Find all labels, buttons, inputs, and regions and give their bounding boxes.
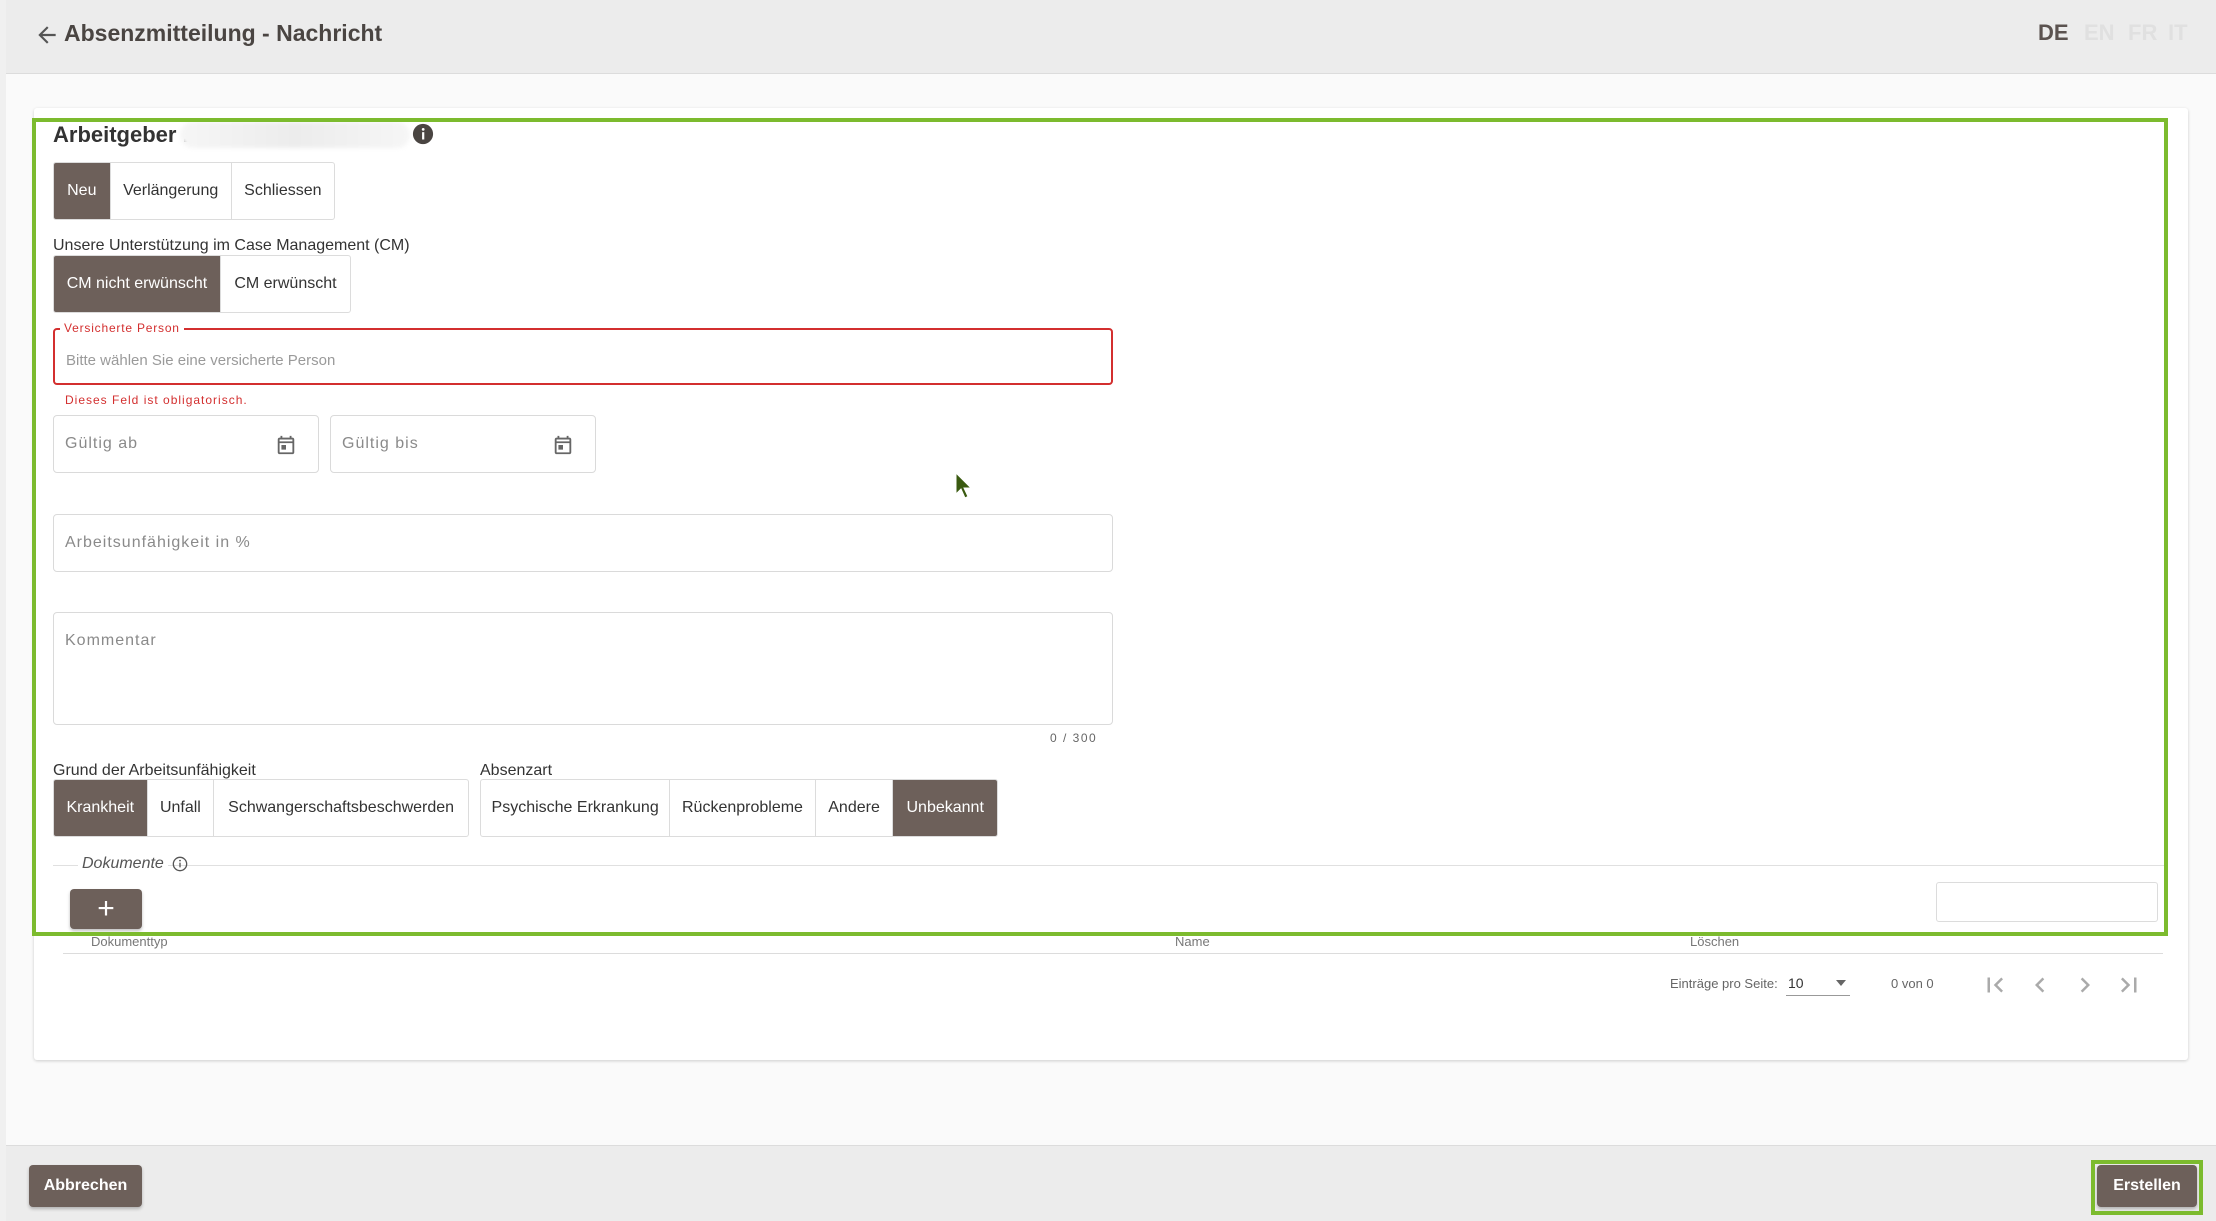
lang-it[interactable]: IT <box>2168 20 2188 46</box>
incapacity-percent-field[interactable]: Arbeitsunfähigkeit in % <box>53 514 1113 572</box>
insured-person-error: Dieses Feld ist obligatorisch. <box>65 393 248 407</box>
pagination-range: 0 von 0 <box>1891 976 1934 991</box>
per-page-label: Einträge pro Seite: <box>1670 976 1778 991</box>
calendar-icon[interactable] <box>552 434 574 456</box>
absence-type-label: Absenzart <box>480 762 553 779</box>
add-document-button[interactable]: + <box>70 889 142 929</box>
documents-filter-input[interactable] <box>1936 882 2158 922</box>
footer-bar <box>6 1145 2216 1221</box>
valid-from-placeholder: Gültig ab <box>65 435 139 452</box>
cancel-button[interactable]: Abbrechen <box>29 1165 142 1207</box>
incapacity-percent-placeholder: Arbeitsunfähigkeit in % <box>65 534 251 551</box>
page-title: Absenzmitteilung - Nachricht <box>64 20 383 46</box>
cm-toggle: CM nicht erwünscht CM erwünscht <box>53 255 351 313</box>
table-header-divider <box>63 953 2163 954</box>
insured-person-select[interactable]: Bitte wählen Sie eine versicherte Person <box>53 328 1113 385</box>
toggle-cm-wanted[interactable]: CM erwünscht <box>221 256 350 312</box>
per-page-select[interactable]: 10 <box>1786 972 1850 996</box>
last-page-icon[interactable] <box>2114 970 2144 1000</box>
comment-textarea[interactable]: Kommentar <box>53 612 1113 725</box>
column-header-name[interactable]: Name <box>1175 934 1210 949</box>
message-type-toggle: Neu Verlängerung Schliessen <box>53 162 335 220</box>
first-page-icon[interactable] <box>1980 970 2010 1000</box>
insured-person-label: Versicherte Person <box>60 321 184 335</box>
column-header-loeschen: Löschen <box>1690 934 1740 949</box>
incapacity-reason-label: Grund der Arbeitsunfähigkeit <box>53 762 256 779</box>
per-page-value: 10 <box>1788 975 1804 991</box>
toggle-schwangerschaftsbeschwerden[interactable]: Schwangerschaftsbeschwerden <box>214 780 468 836</box>
create-button-highlight <box>2091 1160 2203 1215</box>
toggle-andere[interactable]: Andere <box>816 780 894 836</box>
mouse-cursor-icon <box>955 472 973 499</box>
toggle-verlaengerung[interactable]: Verlängerung <box>111 163 232 219</box>
calendar-icon[interactable] <box>275 434 297 456</box>
incapacity-reason-toggle: Krankheit Unfall Schwangerschaftsbeschwe… <box>53 779 469 837</box>
documents-divider <box>53 865 2167 866</box>
previous-page-icon[interactable] <box>2025 970 2055 1000</box>
lang-fr[interactable]: FR <box>2128 20 2157 46</box>
toggle-schliessen[interactable]: Schliessen <box>232 163 334 219</box>
lang-de[interactable]: DE <box>2038 20 2069 46</box>
insured-person-placeholder: Bitte wählen Sie eine versicherte Person <box>66 352 336 369</box>
toggle-unfall[interactable]: Unfall <box>148 780 215 836</box>
documents-label: Dokumente <box>78 855 168 873</box>
cm-label: Unsere Unterstützung im Case Management … <box>53 237 410 254</box>
toggle-psychische-erkrankung[interactable]: Psychische Erkrankung <box>481 780 671 836</box>
employer-name-redacted <box>180 122 410 148</box>
toggle-krankheit[interactable]: Krankheit <box>54 780 148 836</box>
comment-placeholder: Kommentar <box>65 632 157 649</box>
comment-counter: 0 / 300 <box>1050 731 1098 745</box>
absence-type-toggle: Psychische Erkrankung Rückenprobleme And… <box>480 779 998 837</box>
toggle-unbekannt[interactable]: Unbekannt <box>893 780 997 836</box>
column-header-dokumenttyp[interactable]: Dokumenttyp <box>91 934 168 949</box>
employer-title: Arbeitgeber . <box>53 122 189 147</box>
next-page-icon[interactable] <box>2070 970 2100 1000</box>
arrow-back-icon[interactable] <box>34 22 60 48</box>
toggle-cm-not-wanted[interactable]: CM nicht erwünscht <box>54 256 221 312</box>
valid-to-placeholder: Gültig bis <box>342 435 419 452</box>
info-outline-icon[interactable] <box>172 856 188 872</box>
toggle-neu[interactable]: Neu <box>54 163 111 219</box>
toggle-rueckenprobleme[interactable]: Rückenprobleme <box>670 780 816 836</box>
lang-en[interactable]: EN <box>2084 20 2115 46</box>
dropdown-arrow-icon <box>1836 980 1846 986</box>
info-icon[interactable] <box>412 123 434 145</box>
